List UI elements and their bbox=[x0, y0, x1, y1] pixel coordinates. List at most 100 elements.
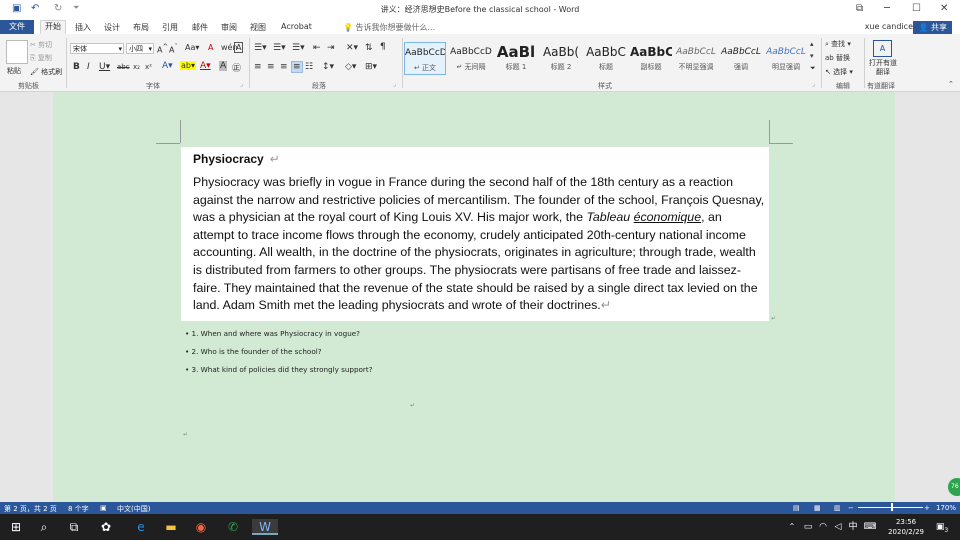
justify-icon[interactable]: ≡ bbox=[291, 61, 303, 73]
question-3[interactable]: • 3. What kind of policies did they stro… bbox=[185, 365, 373, 374]
shrink-font-icon[interactable]: Aˇ bbox=[169, 43, 178, 55]
edge-browser-icon[interactable]: e bbox=[133, 519, 149, 535]
replace-button[interactable]: ab 替换 bbox=[825, 53, 850, 63]
chrome-icon[interactable]: ◉ bbox=[193, 519, 209, 535]
maximize-icon[interactable]: ☐ bbox=[912, 3, 921, 14]
format-painter-button[interactable]: 🖌 格式刷 bbox=[30, 67, 62, 77]
chinese-layout-icon[interactable]: ✕▾ bbox=[346, 43, 358, 53]
copy-button[interactable]: ⎘ 复制 bbox=[30, 53, 52, 63]
text-effects-icon[interactable]: A▾ bbox=[162, 61, 173, 71]
print-layout-icon[interactable]: ▦ bbox=[814, 504, 821, 512]
underline-icon[interactable]: U▾ bbox=[99, 62, 110, 72]
styles-dialog-launcher-icon[interactable]: ⌟ bbox=[812, 81, 815, 88]
borders-icon[interactable]: ⊞▾ bbox=[365, 62, 377, 72]
wifi-icon[interactable]: ◠ bbox=[815, 519, 831, 535]
change-case-icon[interactable]: Aa▾ bbox=[185, 43, 199, 52]
align-center-icon[interactable]: ≡ bbox=[267, 62, 275, 72]
paste-icon[interactable] bbox=[6, 40, 28, 64]
question-2[interactable]: • 2. Who is the founder of the school? bbox=[185, 347, 322, 356]
show-marks-icon[interactable]: ¶ bbox=[380, 42, 386, 52]
language-indicator[interactable]: 中文(中国) bbox=[117, 504, 150, 514]
minimize-icon[interactable]: ─ bbox=[884, 3, 890, 14]
zoom-slider-thumb[interactable] bbox=[891, 503, 893, 511]
app-icon[interactable]: ✿ bbox=[98, 519, 114, 535]
tab-mailings[interactable]: 邮件 bbox=[192, 22, 208, 33]
increase-indent-icon[interactable]: ⇥ bbox=[327, 43, 335, 53]
zoom-out-icon[interactable]: − bbox=[848, 504, 854, 512]
styles-scroll-up-icon[interactable]: ▴ bbox=[810, 40, 814, 48]
numbering-icon[interactable]: ☰▾ bbox=[273, 43, 286, 53]
notification-icon[interactable]: ▣3 bbox=[934, 519, 950, 535]
read-mode-icon[interactable]: ▤ bbox=[793, 504, 800, 512]
proofing-icon[interactable]: ▣ bbox=[100, 504, 107, 512]
font-dialog-launcher-icon[interactable]: ⌟ bbox=[240, 81, 243, 88]
font-name-select[interactable]: 宋体 ▾ bbox=[70, 43, 124, 54]
style-intense-emphasis[interactable]: AaBbCcL 明显强调 bbox=[765, 42, 807, 75]
enclose-characters-icon[interactable]: ㊣ bbox=[232, 61, 241, 74]
zoom-in-icon[interactable]: + bbox=[924, 504, 930, 512]
find-button[interactable]: ⌕ 查找 ▾ bbox=[825, 39, 851, 49]
close-icon[interactable]: ✕ bbox=[940, 3, 948, 14]
word-app-icon[interactable]: W bbox=[252, 519, 278, 535]
tell-me-search[interactable]: 💡 告诉我你想要做什么... bbox=[343, 22, 435, 33]
paragraph-dialog-launcher-icon[interactable]: ⌟ bbox=[393, 81, 396, 88]
style-subtle-emphasis[interactable]: AaBbCcL 不明显强调 bbox=[675, 42, 717, 75]
tab-view[interactable]: 视图 bbox=[250, 22, 266, 33]
text-box[interactable]: Physiocracy ↵ Physiocracy was briefly in … bbox=[181, 147, 769, 321]
multilevel-list-icon[interactable]: ☰▾ bbox=[292, 43, 305, 53]
strikethrough-icon[interactable]: abc bbox=[117, 63, 130, 71]
sort-icon[interactable]: ⇅ bbox=[365, 43, 373, 53]
font-color-icon[interactable]: A▾ bbox=[200, 61, 211, 71]
line-spacing-icon[interactable]: ↕▾ bbox=[322, 62, 334, 72]
web-layout-icon[interactable]: ▥ bbox=[834, 504, 841, 512]
clear-formatting-icon[interactable]: A bbox=[208, 43, 213, 52]
align-right-icon[interactable]: ≡ bbox=[280, 62, 288, 72]
floating-badge-icon[interactable]: 76 bbox=[948, 478, 960, 496]
wechat-icon[interactable]: ✆ bbox=[225, 519, 241, 535]
tab-insert[interactable]: 插入 bbox=[75, 22, 91, 33]
search-icon[interactable]: ⌕ bbox=[36, 519, 52, 535]
superscript-icon[interactable]: x² bbox=[145, 63, 152, 71]
zoom-level[interactable]: 170% bbox=[936, 504, 956, 512]
bold-icon[interactable]: B bbox=[73, 62, 80, 72]
question-1[interactable]: • 1. When and where was Physiocracy in v… bbox=[185, 329, 360, 338]
share-button[interactable]: 👤 共享 bbox=[913, 21, 952, 34]
tab-layout[interactable]: 布局 bbox=[133, 22, 149, 33]
tab-references[interactable]: 引用 bbox=[162, 22, 178, 33]
font-size-select[interactable]: 小四 ▾ bbox=[126, 43, 154, 54]
system-clock[interactable]: 23:56 2020/2/29 bbox=[888, 517, 924, 537]
task-view-icon[interactable]: ⧉ bbox=[66, 519, 82, 535]
translate-icon[interactable]: A bbox=[873, 40, 892, 57]
style-subtitle[interactable]: AaBbC 副标题 bbox=[630, 42, 672, 75]
keyboard-icon[interactable]: ⌨ bbox=[862, 519, 878, 535]
style-title[interactable]: AaBbC 标题 bbox=[585, 42, 627, 75]
paste-button[interactable]: 粘贴 bbox=[7, 66, 21, 76]
decrease-indent-icon[interactable]: ⇤ bbox=[313, 43, 321, 53]
subscript-icon[interactable]: x₂ bbox=[133, 63, 140, 71]
tab-design[interactable]: 设计 bbox=[104, 22, 120, 33]
distributed-icon[interactable]: ☷ bbox=[305, 62, 313, 72]
character-border-icon[interactable]: A bbox=[234, 42, 244, 53]
page-count[interactable]: 第 2 页，共 2 页 bbox=[4, 504, 57, 514]
tab-acrobat[interactable]: Acrobat bbox=[281, 22, 312, 31]
windows-start-icon[interactable]: ⊞ bbox=[8, 519, 24, 535]
style-no-spacing[interactable]: AaBbCcD ↵ 无间隔 bbox=[450, 42, 492, 75]
highlight-icon[interactable]: ab▾ bbox=[180, 61, 196, 70]
styles-scroll-down-icon[interactable]: ▾ bbox=[810, 52, 814, 60]
style-heading-2[interactable]: AaBb(标题 2 bbox=[540, 42, 582, 75]
align-left-icon[interactable]: ≡ bbox=[254, 62, 262, 72]
document-paragraph[interactable]: Physiocracy was briefly in vogue in Fran… bbox=[193, 174, 765, 315]
character-shading-icon[interactable]: A bbox=[219, 61, 228, 71]
ime-indicator[interactable]: 中 bbox=[845, 519, 861, 535]
style-heading-1[interactable]: AaBl 标题 1 bbox=[495, 42, 537, 75]
tab-home[interactable]: 开始 bbox=[40, 20, 66, 34]
italic-icon[interactable]: I bbox=[87, 62, 90, 72]
cut-button[interactable]: ✂ 剪切 bbox=[30, 40, 52, 50]
style-normal[interactable]: AaBbCcD ↵ 正文 bbox=[404, 42, 446, 75]
word-count[interactable]: 8 个字 bbox=[68, 504, 89, 514]
file-explorer-icon[interactable]: ▬ bbox=[163, 519, 179, 535]
document-heading[interactable]: Physiocracy ↵ bbox=[193, 152, 280, 166]
show-hidden-icons-icon[interactable]: ⌃ bbox=[784, 519, 800, 535]
tab-file[interactable]: 文件 bbox=[0, 20, 34, 34]
ribbon-display-icon[interactable]: ⧉ bbox=[856, 3, 863, 14]
